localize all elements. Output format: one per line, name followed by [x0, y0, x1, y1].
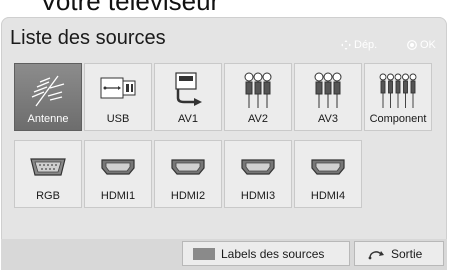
scart-icon — [168, 70, 208, 110]
vga-port-icon — [28, 147, 68, 187]
dpad-icon — [341, 40, 351, 50]
color-key-icon — [193, 247, 215, 260]
source-tile-label: Component — [369, 113, 427, 125]
source-tile-label: HDMI4 — [310, 190, 346, 202]
source-tile-label: HDMI3 — [240, 190, 276, 202]
source-tile-av1[interactable]: AV1 — [154, 63, 222, 131]
source-tile-usb[interactable]: USB — [84, 63, 152, 131]
ok-button-icon — [407, 40, 417, 50]
source-tile-label: AV1 — [178, 113, 198, 125]
hdmi-port-icon — [238, 147, 278, 187]
source-tile-av3[interactable]: AV3 — [294, 63, 362, 131]
rca-three-icon — [238, 70, 278, 110]
move-hint-label: Dép. — [354, 39, 378, 51]
source-tile-label: USB — [106, 113, 130, 125]
source-tile-component[interactable]: Component — [364, 63, 432, 131]
source-tile-hdmi4[interactable]: HDMI4 — [294, 140, 362, 208]
source-tile-rgb[interactable]: RGB — [14, 140, 82, 208]
usb-icon — [98, 70, 138, 110]
hdmi-port-icon — [168, 147, 208, 187]
source-tile-label: Antenne — [27, 113, 69, 125]
rca-five-icon — [378, 70, 418, 110]
move-hint: Dép. — [341, 39, 377, 51]
exit-button-label: Sortie — [391, 246, 423, 261]
page-heading-fragment: Votre téléviseur — [40, 0, 220, 16]
source-labels-button-label: Labels des sources — [221, 246, 325, 261]
source-tile-label: HDMI1 — [100, 190, 136, 202]
hdmi-port-icon — [308, 147, 348, 187]
ok-hint: OK — [407, 39, 436, 51]
exit-button[interactable]: Sortie — [354, 241, 444, 266]
source-tile-hdmi3[interactable]: HDMI3 — [224, 140, 292, 208]
rca-three-icon — [308, 70, 348, 110]
antenna-icon — [28, 70, 68, 110]
panel-title: Liste des sources — [10, 27, 166, 49]
source-tile-av2[interactable]: AV2 — [224, 63, 292, 131]
source-tile-label: RGB — [36, 190, 60, 202]
source-tile-hdmi1[interactable]: HDMI1 — [84, 140, 152, 208]
source-tile-hdmi2[interactable]: HDMI2 — [154, 140, 222, 208]
panel-footer: Labels des sources Sortie — [1, 239, 447, 270]
source-tile-label: AV3 — [318, 113, 338, 125]
source-tile-label: AV2 — [248, 113, 268, 125]
source-list-panel: Liste des sources Dép. OK Antenne USB AV1 A… — [1, 17, 447, 270]
exit-icon — [368, 250, 384, 259]
hdmi-port-icon — [98, 147, 138, 187]
source-tile-antenne[interactable]: Antenne — [14, 63, 82, 131]
panel-header: Liste des sources Dép. OK — [1, 17, 447, 59]
ok-hint-label: OK — [420, 39, 436, 51]
source-tile-label: HDMI2 — [170, 190, 206, 202]
source-labels-button[interactable]: Labels des sources — [182, 241, 350, 266]
